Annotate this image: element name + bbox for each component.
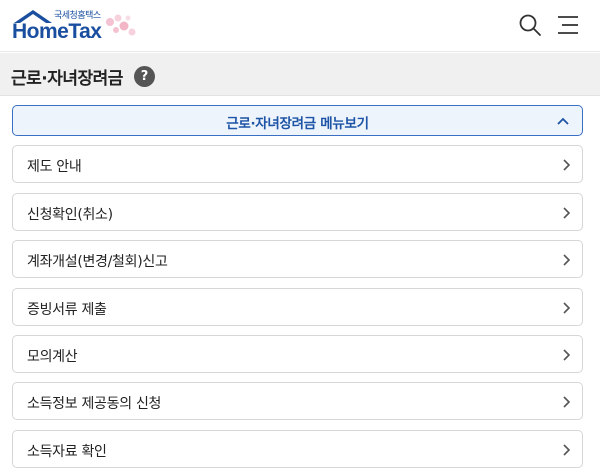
hamburger-menu-button[interactable] — [556, 14, 580, 36]
chevron-right-icon — [563, 207, 571, 219]
page-title: 근로·자녀장려금 — [11, 69, 123, 89]
page-title-bar: 근로·자녀장려금 — [0, 53, 600, 96]
menu-view-toggle-label: 근로·자녀장려금 메뉴보기 — [226, 116, 369, 132]
chevron-right-icon — [563, 349, 571, 361]
hamburger-icon — [558, 16, 578, 34]
search-button[interactable] — [518, 13, 542, 37]
menu-item-document-submission[interactable]: 증빙서류 제출 — [12, 288, 583, 326]
search-icon — [519, 14, 541, 36]
menu-item-mock-calculation[interactable]: 모의계산 — [12, 335, 583, 373]
menu-item-system-guide[interactable]: 제도 안내 — [12, 145, 583, 183]
menu-item-income-data-check[interactable]: 소득자료 확인 — [12, 430, 583, 468]
menu-item-account-report[interactable]: 계좌개설(변경/철회)신고 — [12, 240, 583, 278]
chevron-right-icon — [563, 444, 571, 456]
list-item-label: 계좌개설(변경/철회)신고 — [27, 254, 168, 270]
menu-item-application-check[interactable]: 신청확인(취소) — [12, 193, 583, 231]
hometax-logo[interactable]: 국세청홈택스 HomeTax — [10, 6, 145, 46]
menu-item-income-consent[interactable]: 소득정보 제공동의 신청 — [12, 382, 583, 420]
list-item-label: 소득정보 제공동의 신청 — [27, 396, 162, 412]
help-icon[interactable]: ? — [134, 66, 155, 87]
list-item-label: 신청확인(취소) — [27, 207, 113, 223]
chevron-up-icon — [557, 117, 569, 125]
logo-title: HomeTax — [12, 20, 102, 43]
list-item-label: 증빙서류 제출 — [27, 302, 107, 318]
chevron-right-icon — [563, 396, 571, 408]
cherry-blossom-icon — [106, 14, 136, 36]
chevron-right-icon — [563, 302, 571, 314]
menu-view-toggle[interactable]: 근로·자녀장려금 메뉴보기 — [12, 105, 583, 136]
list-item-label: 소득자료 확인 — [27, 444, 107, 460]
chevron-right-icon — [563, 254, 571, 266]
chevron-right-icon — [563, 159, 571, 171]
top-bar: 국세청홈택스 HomeTax — [0, 0, 600, 52]
list-item-label: 제도 안내 — [27, 159, 82, 175]
list-item-label: 모의계산 — [27, 349, 78, 365]
